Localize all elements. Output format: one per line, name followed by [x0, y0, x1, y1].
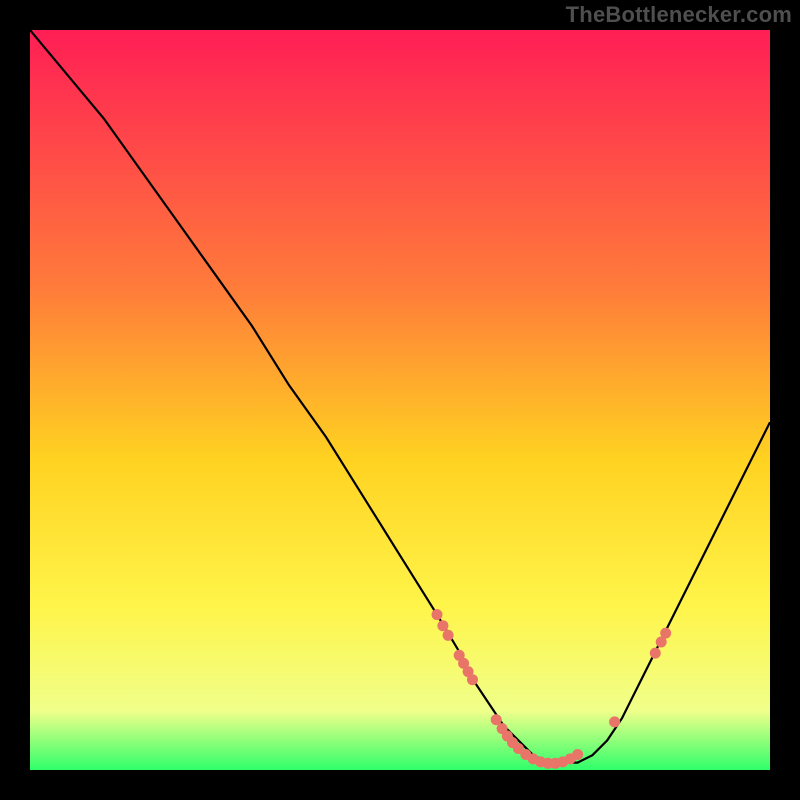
- data-point: [432, 609, 443, 620]
- watermark-text: TheBottlenecker.com: [566, 2, 792, 28]
- data-point: [660, 628, 671, 639]
- data-point: [572, 749, 583, 760]
- plot-area: [30, 30, 770, 770]
- data-point: [467, 674, 478, 685]
- gradient-background: [30, 30, 770, 770]
- chart-frame: TheBottlenecker.com: [0, 0, 800, 800]
- data-point: [437, 620, 448, 631]
- data-point: [650, 648, 661, 659]
- data-point: [443, 630, 454, 641]
- bottleneck-chart: [30, 30, 770, 770]
- data-point: [609, 716, 620, 727]
